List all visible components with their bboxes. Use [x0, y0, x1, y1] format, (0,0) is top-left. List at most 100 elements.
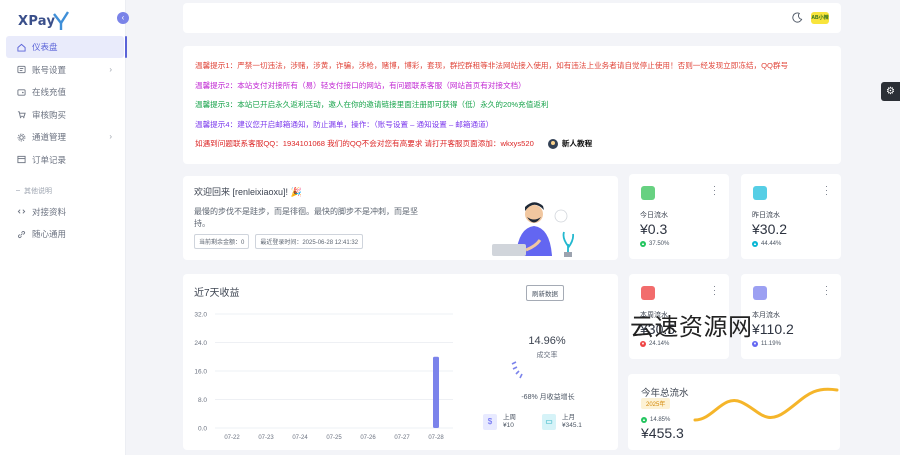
notice-board: 温馨提示1：严禁一切违法，涉赌，涉黄，诈骗，涉枪，赌博，博彩，套现，群控群租等非…: [183, 46, 841, 164]
welcome-quote: 最慢的步伐不是跬步，而是徘徊。最快的脚步不是冲刺，而是坚持。: [194, 207, 418, 228]
sidebar-item-review[interactable]: 审核购买: [6, 104, 124, 126]
welcome-card: 欢迎回来 [renleixiaoxu]! 🎉 最慢的步伐不是跬步，而是徘徊。最快…: [183, 176, 618, 260]
yearly-value: ¥455.3: [641, 425, 684, 441]
welcome-tags: 当前剩余金额：0 最近登录时间：2025-06-28 12:41:32: [194, 234, 364, 249]
card-icon: [16, 65, 26, 75]
notice-line: 温馨提示3：本站已开启永久返利活动，邀人在你的邀请链接里面注册即可获得（低）永久…: [195, 100, 549, 110]
x-tick-label: 07-25: [326, 435, 342, 441]
watermark-text: 云速资源网: [630, 313, 753, 341]
tutorial-label: 新人教程: [561, 139, 593, 149]
stat-trend-value: 11.19%: [761, 341, 781, 347]
dollar-icon: $: [483, 414, 497, 430]
sidebar-item-channels[interactable]: 通道管理 ›: [6, 126, 124, 148]
notice-line: 温馨提示4：建议您开启邮箱通知，防止漏单，操作：（账号设置 – 通知设置 – 邮…: [195, 119, 494, 129]
year-badge: 2025年: [641, 398, 671, 409]
sidebar-item-label: 账号设置: [32, 64, 67, 75]
sidebar-nav: 仪表盘 账号设置 › 在线充值 审核购买 通道管理 › 订单记录 其他说明 对接…: [6, 36, 127, 246]
rate-gauge-icon: [511, 361, 523, 379]
y-tick-label: 24.0: [194, 340, 207, 347]
last-week-summary: $ 上周 ¥10: [483, 414, 516, 430]
code-icon: [16, 207, 26, 217]
tutorial-link[interactable]: 新人教程: [547, 138, 593, 149]
conversion-rate-value: 14.96%: [528, 335, 566, 347]
yearly-trend-value: 14.85%: [650, 417, 671, 423]
developer-illustration: [492, 202, 575, 257]
sidebar-item-links[interactable]: 随心通用: [6, 223, 124, 245]
x-tick-label: 07-27: [394, 435, 410, 441]
trend-arrow-icon: ▼: [752, 341, 758, 347]
top-header: AB小辣: [183, 3, 841, 33]
last-month-summary: ▭ 上月 ¥345.1: [542, 414, 582, 430]
x-tick-label: 07-26: [360, 435, 376, 441]
yearly-trend: ▲ 14.85%: [641, 417, 670, 423]
stat-card-today: · · · 今日流水 ¥0.3 ▲ 37.50%: [629, 174, 729, 259]
income-chart-card: 近7天收益 刷新数据 0.0 8.0 16.0 24.0 32.0 07-22 07-23 0…: [183, 274, 618, 450]
stat-value: ¥0.3: [640, 221, 668, 237]
stat-title: 本月流水: [752, 312, 780, 319]
monthly-growth: -68% 月收益增长: [521, 394, 575, 401]
stat-value: ¥30.2: [752, 221, 788, 237]
sidebar-item-dashboard[interactable]: 仪表盘: [6, 36, 127, 58]
last-week-value: ¥10: [503, 422, 514, 429]
stat-card-month: · · · 本月流水 ¥110.2 ▼ 11.19%: [741, 274, 841, 359]
chevron-right-icon: ›: [109, 132, 112, 141]
sidebar-item-label: 订单记录: [32, 154, 67, 165]
stat-title: 今日流水: [640, 212, 668, 219]
more-menu-icon[interactable]: · · ·: [713, 182, 716, 199]
cart-icon: [16, 110, 26, 120]
stat-icon: [753, 186, 767, 200]
list-icon: [16, 155, 26, 165]
wallet-icon: [16, 87, 26, 97]
sidebar-item-label: 对接资料: [32, 206, 67, 217]
y-tick-label: 32.0: [194, 312, 207, 319]
sidebar-item-orders[interactable]: 订单记录: [6, 149, 124, 171]
more-menu-icon[interactable]: · · ·: [825, 182, 828, 199]
sidebar-collapse-button[interactable]: ‹: [117, 12, 129, 24]
stat-trend-value: 37.50%: [649, 241, 670, 247]
balance-tag: 当前剩余金额：0: [194, 234, 250, 249]
app-logo[interactable]: XPay: [18, 8, 70, 34]
sidebar-item-api-docs[interactable]: 对接资料: [6, 201, 124, 223]
sidebar-item-account-settings[interactable]: 账号设置 ›: [6, 59, 124, 81]
trend-arrow-icon: ▲: [641, 417, 647, 423]
chevron-right-icon: ›: [109, 64, 112, 74]
stat-icon: [753, 286, 767, 300]
user-icon: [547, 138, 558, 149]
card-icon: ▭: [542, 414, 556, 430]
notice-line: 温馨提示2：本站支付对接所有（易）轻支付接口的网站，有问题联系客服（网站首页有对…: [195, 80, 526, 90]
period-summary: $ 上周 ¥10 ▭ 上月 ¥345.1: [483, 414, 582, 430]
user-avatar[interactable]: AB小辣: [811, 12, 829, 24]
y-tick-label: 8.0: [198, 397, 207, 404]
notice-line: 温馨提示1：严禁一切违法，涉赌，涉黄，诈骗，涉枪，赌博，博彩，套现，群控群租等非…: [195, 61, 789, 71]
brand-name: XPay: [18, 13, 56, 29]
yearly-total-card: 今年总流水 2025年 ▲ 14.85% ¥455.3: [628, 374, 840, 450]
trend-arrow-icon: ▲: [640, 241, 646, 247]
stat-trend: ▼ 11.19%: [752, 341, 781, 347]
dark-mode-icon[interactable]: [792, 12, 803, 23]
more-menu-icon[interactable]: · · ·: [713, 282, 716, 299]
stat-value: ¥110.2: [752, 321, 794, 337]
more-menu-icon[interactable]: · · ·: [825, 282, 828, 299]
x-tick-label: 07-22: [224, 435, 240, 441]
stat-icon: [641, 286, 655, 300]
x-tick-label: 07-24: [292, 435, 308, 441]
logo-mark-icon: [53, 11, 70, 30]
sidebar-section-label: 其他说明: [6, 181, 124, 201]
sidebar-item-recharge[interactable]: 在线充值: [6, 81, 124, 103]
sidebar-item-label: 在线充值: [32, 87, 67, 97]
yearly-trend-sparkline: [693, 387, 839, 422]
stat-card-yesterday: · · · 昨日流水 ¥30.2 ▲ 44.44%: [741, 174, 841, 259]
trend-arrow-icon: ▲: [752, 241, 758, 247]
last-month-value: ¥345.1: [562, 422, 582, 429]
x-tick-label: 07-28: [428, 435, 444, 441]
last-month-label: 上月: [562, 414, 575, 421]
y-tick-label: 0.0: [198, 426, 207, 433]
x-tick-label: 07-23: [258, 435, 274, 441]
theme-settings-button[interactable]: ⚙: [881, 82, 900, 101]
stat-title: 昨日流水: [752, 212, 780, 219]
stat-trend: ▲ 37.50%: [640, 241, 669, 247]
sidebar-item-label: 审核购买: [32, 109, 67, 120]
stat-icon: [641, 186, 655, 200]
sidebar-item-label: 仪表盘: [32, 42, 58, 52]
last-week-label: 上周: [503, 414, 516, 421]
